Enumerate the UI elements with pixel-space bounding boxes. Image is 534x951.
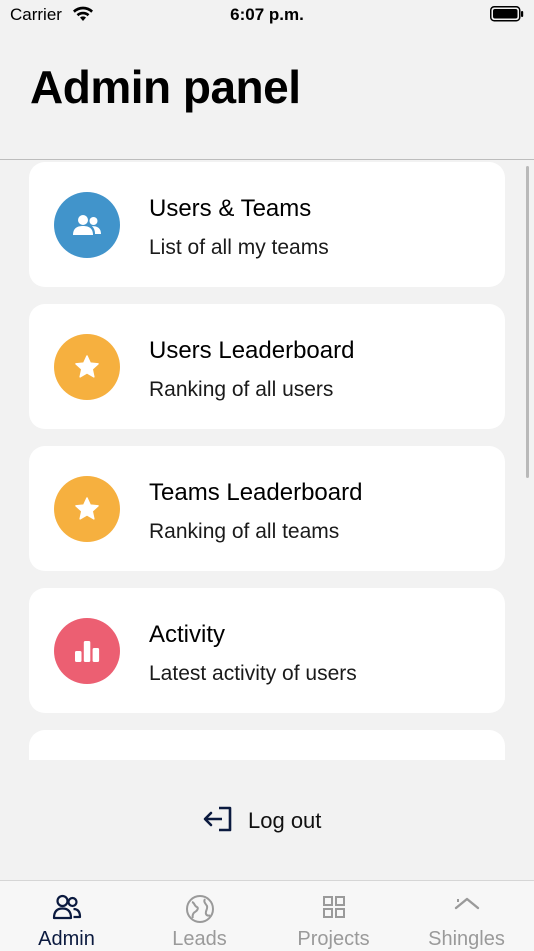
status-bar: Carrier 6:07 p.m. [0, 0, 534, 32]
users-icon [54, 192, 120, 258]
menu-item-title: Users & Teams [149, 195, 312, 222]
menu-item-title: Teams Leaderboard [149, 479, 363, 506]
tab-label: Admin [38, 928, 95, 950]
page-title: Admin panel [30, 61, 301, 113]
tab-admin[interactable]: Admin [0, 881, 133, 951]
logout-icon [202, 805, 234, 838]
menu-list[interactable]: Users & Teams List of all my teams Users… [0, 160, 534, 760]
menu-item-subtitle: List of all my teams [149, 236, 329, 259]
tab-bar: Admin Leads Projects Shingles [0, 880, 534, 951]
tab-label: Projects [297, 928, 370, 950]
grid-icon [267, 894, 400, 924]
menu-item-activity[interactable]: Activity Latest activity of users [29, 588, 505, 713]
tab-label: Leads [172, 928, 227, 950]
globe-icon [133, 894, 266, 924]
menu-item-users-teams[interactable]: Users & Teams List of all my teams [29, 162, 505, 287]
users-outline-icon [0, 894, 133, 924]
tab-shingles[interactable]: Shingles [400, 881, 533, 951]
menu-item-users-leaderboard[interactable]: Users Leaderboard Ranking of all users [29, 304, 505, 429]
menu-item-subtitle: Ranking of all teams [149, 520, 340, 543]
bar-chart-icon [54, 618, 120, 684]
star-icon [54, 334, 120, 400]
tab-label: Shingles [428, 928, 505, 950]
logout-label: Log out [248, 808, 322, 833]
menu-item-subtitle: Latest activity of users [149, 662, 357, 685]
scrollbar[interactable] [526, 166, 529, 478]
menu-item-teams-leaderboard[interactable]: Teams Leaderboard Ranking of all teams [29, 446, 505, 571]
star-icon [54, 476, 120, 542]
clock: 6:07 p.m. [230, 5, 304, 24]
roof-icon [400, 894, 533, 924]
tab-projects[interactable]: Projects [267, 881, 400, 951]
menu-item-partial[interactable] [29, 730, 505, 760]
tab-leads[interactable]: Leads [133, 881, 266, 951]
menu-item-title: Users Leaderboard [149, 337, 355, 364]
menu-item-subtitle: Ranking of all users [149, 378, 334, 401]
logout-button[interactable]: Log out [202, 803, 321, 839]
menu-item-title: Activity [149, 621, 226, 648]
battery-icon [490, 6, 524, 27]
